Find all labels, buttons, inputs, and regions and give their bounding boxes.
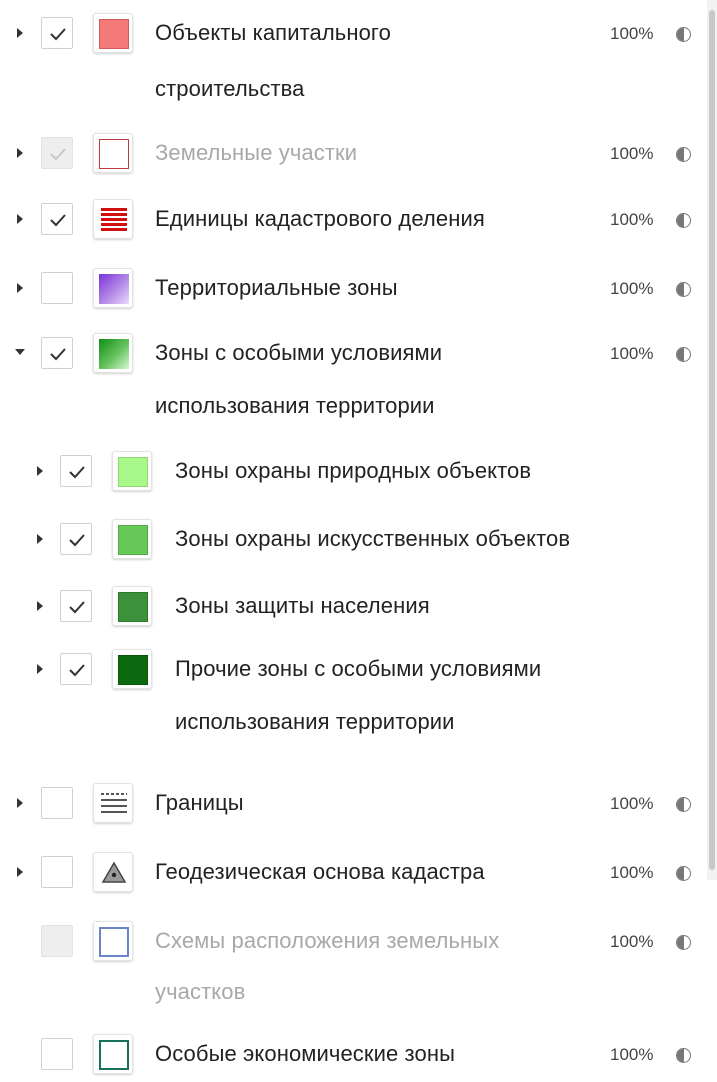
layer-checkbox[interactable]: [41, 787, 73, 819]
layer-opacity-value: 100%: [610, 24, 654, 43]
layer-label: Зоны охраны природных объектов: [175, 458, 532, 483]
layer-row-capital-objects: Объекты капитального строительства 100%: [0, 0, 705, 110]
layer-label: Схемы расположения земельных: [155, 928, 500, 953]
check-icon: [50, 28, 66, 41]
collapse-arrow-icon[interactable]: [15, 349, 25, 355]
check-icon: [69, 466, 85, 479]
layer-checkbox[interactable]: [41, 137, 73, 169]
layer-label-line2: использования территории: [155, 393, 435, 418]
layer-label: Особые экономические зоны: [155, 1041, 455, 1066]
opacity-icon[interactable]: [676, 866, 691, 881]
layer-opacity-value: 100%: [610, 794, 654, 813]
expand-arrow-icon[interactable]: [37, 534, 43, 544]
layer-row-geodetic-basis: Геодезическая основа кадастра 100%: [0, 842, 705, 902]
layer-label: Единицы кадастрового деления: [155, 206, 485, 231]
layer-label-line2: строительства: [155, 76, 305, 101]
layer-legend-swatch: [93, 199, 133, 239]
layer-checkbox[interactable]: [41, 203, 73, 235]
boundary-lines-icon: [101, 793, 127, 813]
expand-arrow-icon[interactable]: [17, 148, 23, 158]
layer-label: Зоны охраны искусственных объектов: [175, 526, 571, 551]
layer-opacity-value: 100%: [610, 932, 654, 951]
opacity-icon[interactable]: [676, 282, 691, 297]
expand-arrow-icon[interactable]: [17, 867, 23, 877]
layer-label-line2: участков: [155, 979, 246, 1004]
layer-label: Зоны защиты населения: [175, 593, 430, 618]
sublayer-row-other-zones: Прочие зоны с особыми условиями использо…: [0, 636, 705, 746]
layer-label: Объекты капитального: [155, 20, 391, 45]
opacity-icon[interactable]: [676, 1048, 691, 1063]
opacity-icon[interactable]: [676, 797, 691, 812]
layer-checkbox[interactable]: [60, 455, 92, 487]
layer-legend-swatch: [112, 649, 152, 689]
layer-row-territorial-zones: Территориальные зоны 100%: [0, 258, 705, 318]
check-icon: [50, 214, 66, 227]
layer-checkbox[interactable]: [60, 653, 92, 685]
check-icon: [69, 664, 85, 677]
check-icon: [69, 601, 85, 614]
expand-arrow-icon[interactable]: [17, 798, 23, 808]
layer-legend-swatch: [93, 13, 133, 53]
hatch-lines-icon: [101, 208, 127, 231]
layer-checkbox[interactable]: [41, 1038, 73, 1070]
expand-arrow-icon[interactable]: [17, 283, 23, 293]
layer-row-special-zones: Зоны с особыми условиями использования т…: [0, 320, 705, 430]
layer-checkbox[interactable]: [41, 337, 73, 369]
layer-legend-swatch: [93, 921, 133, 961]
layer-row-cadastral-units: Единицы кадастрового деления 100%: [0, 186, 705, 246]
layer-checkbox[interactable]: [41, 856, 73, 888]
layer-checkbox[interactable]: [60, 590, 92, 622]
layer-legend-swatch: [93, 1034, 133, 1074]
layer-row-land-schemes: Схемы расположения земельных участков 10…: [0, 908, 705, 1018]
sublayer-row-population-protection: Зоны защиты населения: [0, 573, 705, 633]
layer-opacity-value: 100%: [610, 144, 654, 163]
sublayer-row-natural-protection: Зоны охраны природных объектов: [0, 438, 705, 498]
layer-opacity-value: 100%: [610, 279, 654, 298]
expand-arrow-icon[interactable]: [37, 466, 43, 476]
triangle-point-icon: [101, 861, 127, 883]
opacity-icon[interactable]: [676, 147, 691, 162]
expand-arrow-icon[interactable]: [17, 28, 23, 38]
layer-legend-swatch: [93, 268, 133, 308]
layer-panel: Объекты капитального строительства 100% …: [0, 0, 717, 1081]
layer-opacity-value: 100%: [610, 210, 654, 229]
layer-label: Территориальные зоны: [155, 275, 398, 300]
layer-row-boundaries: Границы 100%: [0, 773, 705, 833]
check-icon: [50, 148, 66, 161]
expand-arrow-icon[interactable]: [37, 601, 43, 611]
layer-legend-swatch: [93, 783, 133, 823]
layer-checkbox[interactable]: [41, 925, 73, 957]
layer-legend-swatch: [112, 451, 152, 491]
check-icon: [50, 348, 66, 361]
opacity-icon[interactable]: [676, 27, 691, 42]
expand-arrow-icon[interactable]: [17, 214, 23, 224]
layer-opacity-value: 100%: [610, 863, 654, 882]
sublayer-row-artificial-protection: Зоны охраны искусственных объектов: [0, 506, 705, 566]
layer-legend-swatch: [93, 133, 133, 173]
scrollbar-thumb[interactable]: [709, 10, 715, 870]
layer-checkbox[interactable]: [60, 523, 92, 555]
layer-opacity-value: 100%: [610, 1045, 654, 1064]
layer-label: Зоны с особыми условиями: [155, 340, 443, 365]
layer-label: Геодезическая основа кадастра: [155, 859, 485, 884]
layer-checkbox[interactable]: [41, 272, 73, 304]
opacity-icon[interactable]: [676, 347, 691, 362]
opacity-icon[interactable]: [676, 935, 691, 950]
layer-legend-swatch: [112, 519, 152, 559]
layer-opacity-value: 100%: [610, 344, 654, 363]
layer-label-line2: использования территории: [175, 709, 455, 734]
layer-label: Земельные участки: [155, 140, 358, 165]
layer-label: Границы: [155, 790, 244, 815]
check-icon: [69, 534, 85, 547]
scrollbar[interactable]: [707, 0, 717, 880]
layer-legend-swatch: [93, 852, 133, 892]
expand-arrow-icon[interactable]: [37, 664, 43, 674]
layer-label: Прочие зоны с особыми условиями: [175, 656, 542, 681]
layer-row-economic-zones: Особые экономические зоны 100%: [0, 1024, 705, 1081]
layer-legend-swatch: [112, 586, 152, 626]
opacity-icon[interactable]: [676, 213, 691, 228]
layer-row-land-plots: Земельные участки 100%: [0, 120, 705, 180]
layer-legend-swatch: [93, 333, 133, 373]
layer-checkbox[interactable]: [41, 17, 73, 49]
